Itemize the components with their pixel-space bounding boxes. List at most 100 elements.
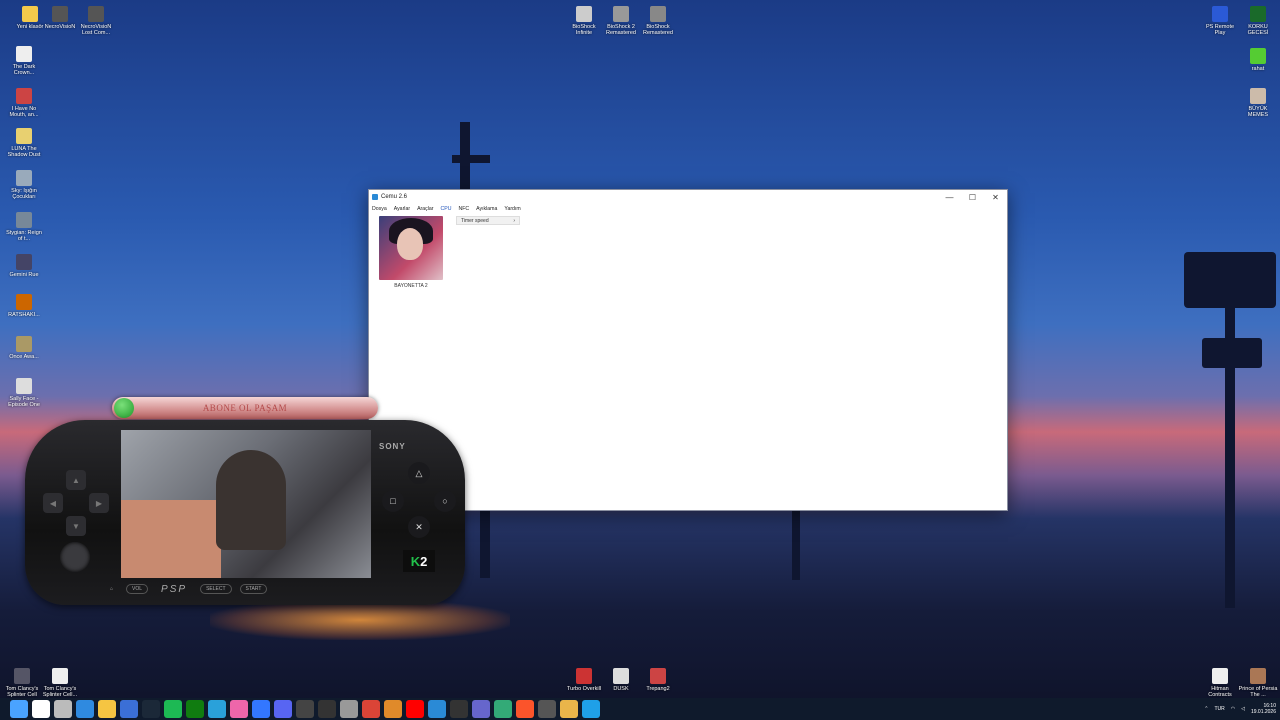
desktop-icon-label: Hitman Contracts <box>1208 686 1232 698</box>
desktop-icon-once-awake[interactable]: Once Awa... <box>4 336 44 360</box>
desktop-icon-label: BioShock 2 Remastered <box>606 24 636 36</box>
steam-icon[interactable] <box>142 700 160 718</box>
edge2-icon[interactable] <box>582 700 600 718</box>
circle-button-icon: ○ <box>434 490 456 512</box>
calendar-icon[interactable] <box>252 700 270 718</box>
folder2-icon[interactable] <box>560 700 578 718</box>
desktop-icon-label: Prince of Persia The ... <box>1238 686 1278 698</box>
desktop-icon-bioshock[interactable]: BioShock Remastered <box>638 6 678 36</box>
close-button[interactable]: ✕ <box>984 193 1007 202</box>
obs3-icon[interactable] <box>538 700 556 718</box>
desktop-icon-i-have-no-mouth[interactable]: I Have No Mouth, an... <box>4 88 44 118</box>
youtube-icon[interactable] <box>406 700 424 718</box>
photos-icon[interactable] <box>230 700 248 718</box>
maximize-button[interactable]: ☐ <box>961 193 984 202</box>
sony-logo: SONY <box>379 442 406 451</box>
desktop-icon-turbo-overkill[interactable]: Turbo Overkill <box>564 668 604 692</box>
menu-file[interactable]: Dosya <box>372 206 387 212</box>
search-icon[interactable] <box>32 700 50 718</box>
cemu-window[interactable]: Cemu 2.6 — ☐ ✕ Dosya Ayarlar Araçlar CPU… <box>368 189 1008 511</box>
submenu-timer-speed[interactable]: Timer speed › <box>456 216 520 225</box>
desktop-icon-sally-face[interactable]: Sally Face - Episode One <box>4 378 44 408</box>
desktop-icon-label: KORKU GECESİ <box>1247 24 1269 36</box>
submenu-item-label: Timer speed <box>461 217 489 224</box>
settings-icon[interactable] <box>340 700 358 718</box>
dpad: ▲ ◀ ▶ ▼ <box>43 470 109 536</box>
windows-start-icon[interactable] <box>10 700 28 718</box>
edge-icon[interactable] <box>76 700 94 718</box>
desktop-icon-label: Gemini Rue <box>9 272 39 278</box>
dusk-icon <box>613 668 629 684</box>
desktop-icon-dusk[interactable]: DUSK <box>601 668 641 692</box>
psp-logo: PSP <box>161 583 188 595</box>
desktop-icon-gemini-rue[interactable]: Gemini Rue <box>4 254 44 278</box>
minimize-button[interactable]: — <box>938 193 961 202</box>
telegram-icon[interactable] <box>208 700 226 718</box>
desktop-icon-label: Turbo Overkill <box>566 686 602 692</box>
chrome-icon[interactable] <box>362 700 380 718</box>
desktop-icon-rahat[interactable]: rahat <box>1238 48 1278 72</box>
desktop-icon-dark-crown[interactable]: The Dark Crown... <box>4 46 44 76</box>
desktop-icon-ps-remote-play[interactable]: PS Remote Play <box>1200 6 1240 36</box>
desktop-icon-prince-persia[interactable]: Prince of Persia The ... <box>1238 668 1278 698</box>
network-icon[interactable] <box>472 700 490 718</box>
wifi-icon[interactable]: ◠ <box>1231 706 1235 712</box>
obs-icon[interactable] <box>296 700 314 718</box>
desktop-icon-sky-children[interactable]: Sky: Işığın Çocukları <box>4 170 44 200</box>
desktop-icon-ratshaker[interactable]: RATSHAKI... <box>4 294 44 318</box>
desktop-icon-buyuk-memes[interactable]: BÜYÜK MEMES <box>1238 88 1278 118</box>
chevron-up-icon[interactable]: ⌃ <box>1204 706 1208 712</box>
desktop-icon-bioshock-infinite[interactable]: BioShock Infinite <box>564 6 604 36</box>
desktop-icon-label: RATSHAKI... <box>8 312 40 318</box>
desktop-icon-label: DUSK <box>613 686 629 692</box>
desktop-icon-label: NecroVisioN <box>44 24 76 30</box>
desktop-icon-necrovision-lost[interactable]: NecroVisioN Lost Com... <box>76 6 116 36</box>
desktop-icon-luna[interactable]: LUNA The Shadow Dust <box>4 128 44 158</box>
gallery-icon[interactable] <box>494 700 512 718</box>
brave-icon[interactable] <box>516 700 534 718</box>
store-icon[interactable] <box>120 700 138 718</box>
desktop-icon-necrovision[interactable]: NecroVisioN <box>40 6 80 30</box>
menu-nfc[interactable]: NFC <box>458 206 469 212</box>
desktop-icon-label: Stygian: Reign of t... <box>6 230 42 242</box>
desktop-icon-hitman[interactable]: Hitman Contracts <box>1200 668 1240 698</box>
menu-tools[interactable]: Araçlar <box>417 206 433 212</box>
desktop-icon-bioshock2[interactable]: BioShock 2 Remastered <box>601 6 641 36</box>
rahat-icon <box>1250 48 1266 64</box>
media-player-icon[interactable] <box>384 700 402 718</box>
xbox-icon[interactable] <box>186 700 204 718</box>
menu-help[interactable]: Yardım <box>504 206 520 212</box>
triangle-button-icon: △ <box>408 462 430 484</box>
psp-overlay-frame: ▲ ◀ ▶ ▼ SONY △ □ ○ ✕ K2 ⌂ VOL PSP SELECT… <box>25 420 465 605</box>
discord-icon[interactable] <box>274 700 292 718</box>
cemu-app-icon <box>372 194 378 200</box>
menu-cpu[interactable]: CPU <box>441 206 452 212</box>
desktop-icon-tom-clancy-2[interactable]: Tom Clancy's Splinter Cell... <box>40 668 80 698</box>
obs2-icon[interactable] <box>450 700 468 718</box>
spotify-icon[interactable] <box>164 700 182 718</box>
desktop-icon-tom-clancy-1[interactable]: Tom Clancy's Splinter Cell <box>2 668 42 698</box>
title-bar[interactable]: Cemu 2.6 — ☐ ✕ <box>369 190 1007 204</box>
k2-logo: K2 <box>403 550 435 572</box>
menu-debug[interactable]: Ayıklama <box>476 206 497 212</box>
ratshaker-icon <box>16 294 32 310</box>
desktop-icon-stygian[interactable]: Stygian: Reign of t... <box>4 212 44 242</box>
desktop-icon-trepang2[interactable]: Trepang2 <box>638 668 678 692</box>
language-indicator[interactable]: TUR <box>1214 706 1224 712</box>
cemu-taskbar-icon[interactable] <box>428 700 446 718</box>
clock[interactable]: 16:10 19.01.2026 <box>1251 703 1276 715</box>
sign-small <box>1202 338 1262 368</box>
desktop-icon-label: BioShock Remastered <box>643 24 673 36</box>
terminal-icon[interactable] <box>318 700 336 718</box>
menu-settings[interactable]: Ayarlar <box>394 206 410 212</box>
game-tile[interactable]: BAYONETTA 2 <box>379 216 443 289</box>
vol-label: VOL <box>126 584 149 594</box>
analog-stick <box>60 542 90 572</box>
banner-text: ABONE OL PAŞAM <box>202 403 288 413</box>
system-tray: ⌃ TUR ◠ ◁ 16:10 19.01.2026 <box>1204 698 1276 720</box>
file-explorer-icon[interactable] <box>98 700 116 718</box>
task-view-icon[interactable] <box>54 700 72 718</box>
game-cover-art[interactable] <box>379 216 443 280</box>
volume-icon[interactable]: ◁ <box>1241 706 1245 712</box>
desktop-icon-korku-gecesi[interactable]: KORKU GECESİ <box>1238 6 1278 36</box>
